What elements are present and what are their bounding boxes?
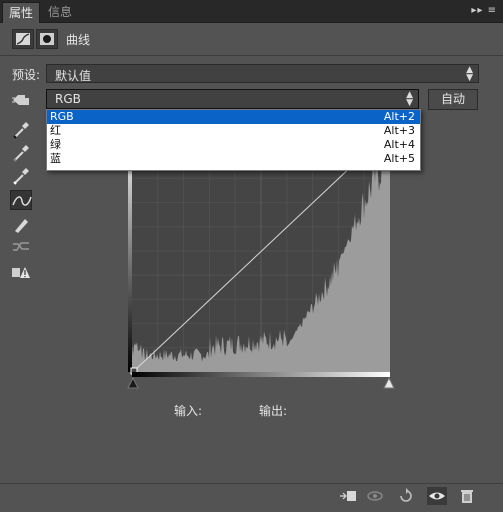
tab-properties[interactable]: 属性: [2, 2, 41, 23]
channel-dropdown-menu: RGB Alt+2 红 Alt+3 绿 Alt+4 蓝 Alt+5: [46, 109, 421, 171]
hand-scrubber-icon[interactable]: [10, 90, 32, 110]
preset-select[interactable]: 默认值 ▲ ▼: [46, 64, 479, 83]
option-shortcut: Alt+5: [383, 152, 415, 165]
preset-label: 预设:: [12, 68, 41, 82]
channel-value: RGB: [55, 92, 81, 106]
option-label: RGB: [50, 110, 74, 123]
option-label: 蓝: [50, 152, 61, 165]
trash-icon[interactable]: [457, 487, 477, 505]
channel-option-green[interactable]: 绿 Alt+4: [47, 138, 420, 152]
output-label: 输出:: [259, 404, 288, 418]
clip-to-layer-icon[interactable]: [338, 487, 358, 505]
white-point-slider[interactable]: [383, 376, 395, 389]
reset-icon[interactable]: [396, 487, 416, 505]
clipping-warning-icon[interactable]: [10, 262, 32, 282]
white-point-eyedropper-icon[interactable]: [10, 166, 32, 186]
smooth-icon[interactable]: [10, 236, 32, 256]
tab-info[interactable]: 信息: [42, 2, 78, 22]
option-label: 绿: [50, 138, 61, 151]
black-point-slider[interactable]: [127, 376, 139, 389]
black-point-eyedropper-icon[interactable]: [10, 120, 32, 140]
curves-adjustment-icon: [12, 29, 34, 49]
option-shortcut: Alt+4: [383, 138, 415, 151]
preset-value: 默认值: [55, 69, 92, 83]
channel-select[interactable]: RGB ▲ ▼: [46, 89, 419, 109]
panel-menu-icon[interactable]: ▸▸ ≡: [471, 5, 497, 16]
adjustment-title: 曲线: [66, 33, 91, 47]
select-arrows-icon: ▲ ▼: [466, 65, 473, 83]
view-previous-icon[interactable]: [366, 487, 386, 505]
auto-button[interactable]: 自动: [428, 89, 478, 110]
curve-point-icon[interactable]: [10, 190, 32, 210]
visibility-icon[interactable]: [427, 487, 447, 505]
pencil-icon[interactable]: [10, 214, 32, 234]
option-shortcut: Alt+2: [383, 110, 415, 123]
gray-point-eyedropper-icon[interactable]: [10, 143, 32, 163]
channel-option-rgb[interactable]: RGB Alt+2: [47, 110, 420, 124]
panel-tab-bar: 属性 信息 ▸▸ ≡: [0, 0, 503, 23]
option-label: 红: [50, 124, 61, 137]
input-label: 输入:: [174, 404, 203, 418]
layer-mask-icon[interactable]: [36, 29, 58, 49]
channel-option-red[interactable]: 红 Alt+3: [47, 124, 420, 138]
channel-option-blue[interactable]: 蓝 Alt+5: [47, 152, 420, 166]
option-shortcut: Alt+3: [383, 124, 415, 137]
select-arrows-icon: ▲ ▼: [406, 90, 413, 108]
